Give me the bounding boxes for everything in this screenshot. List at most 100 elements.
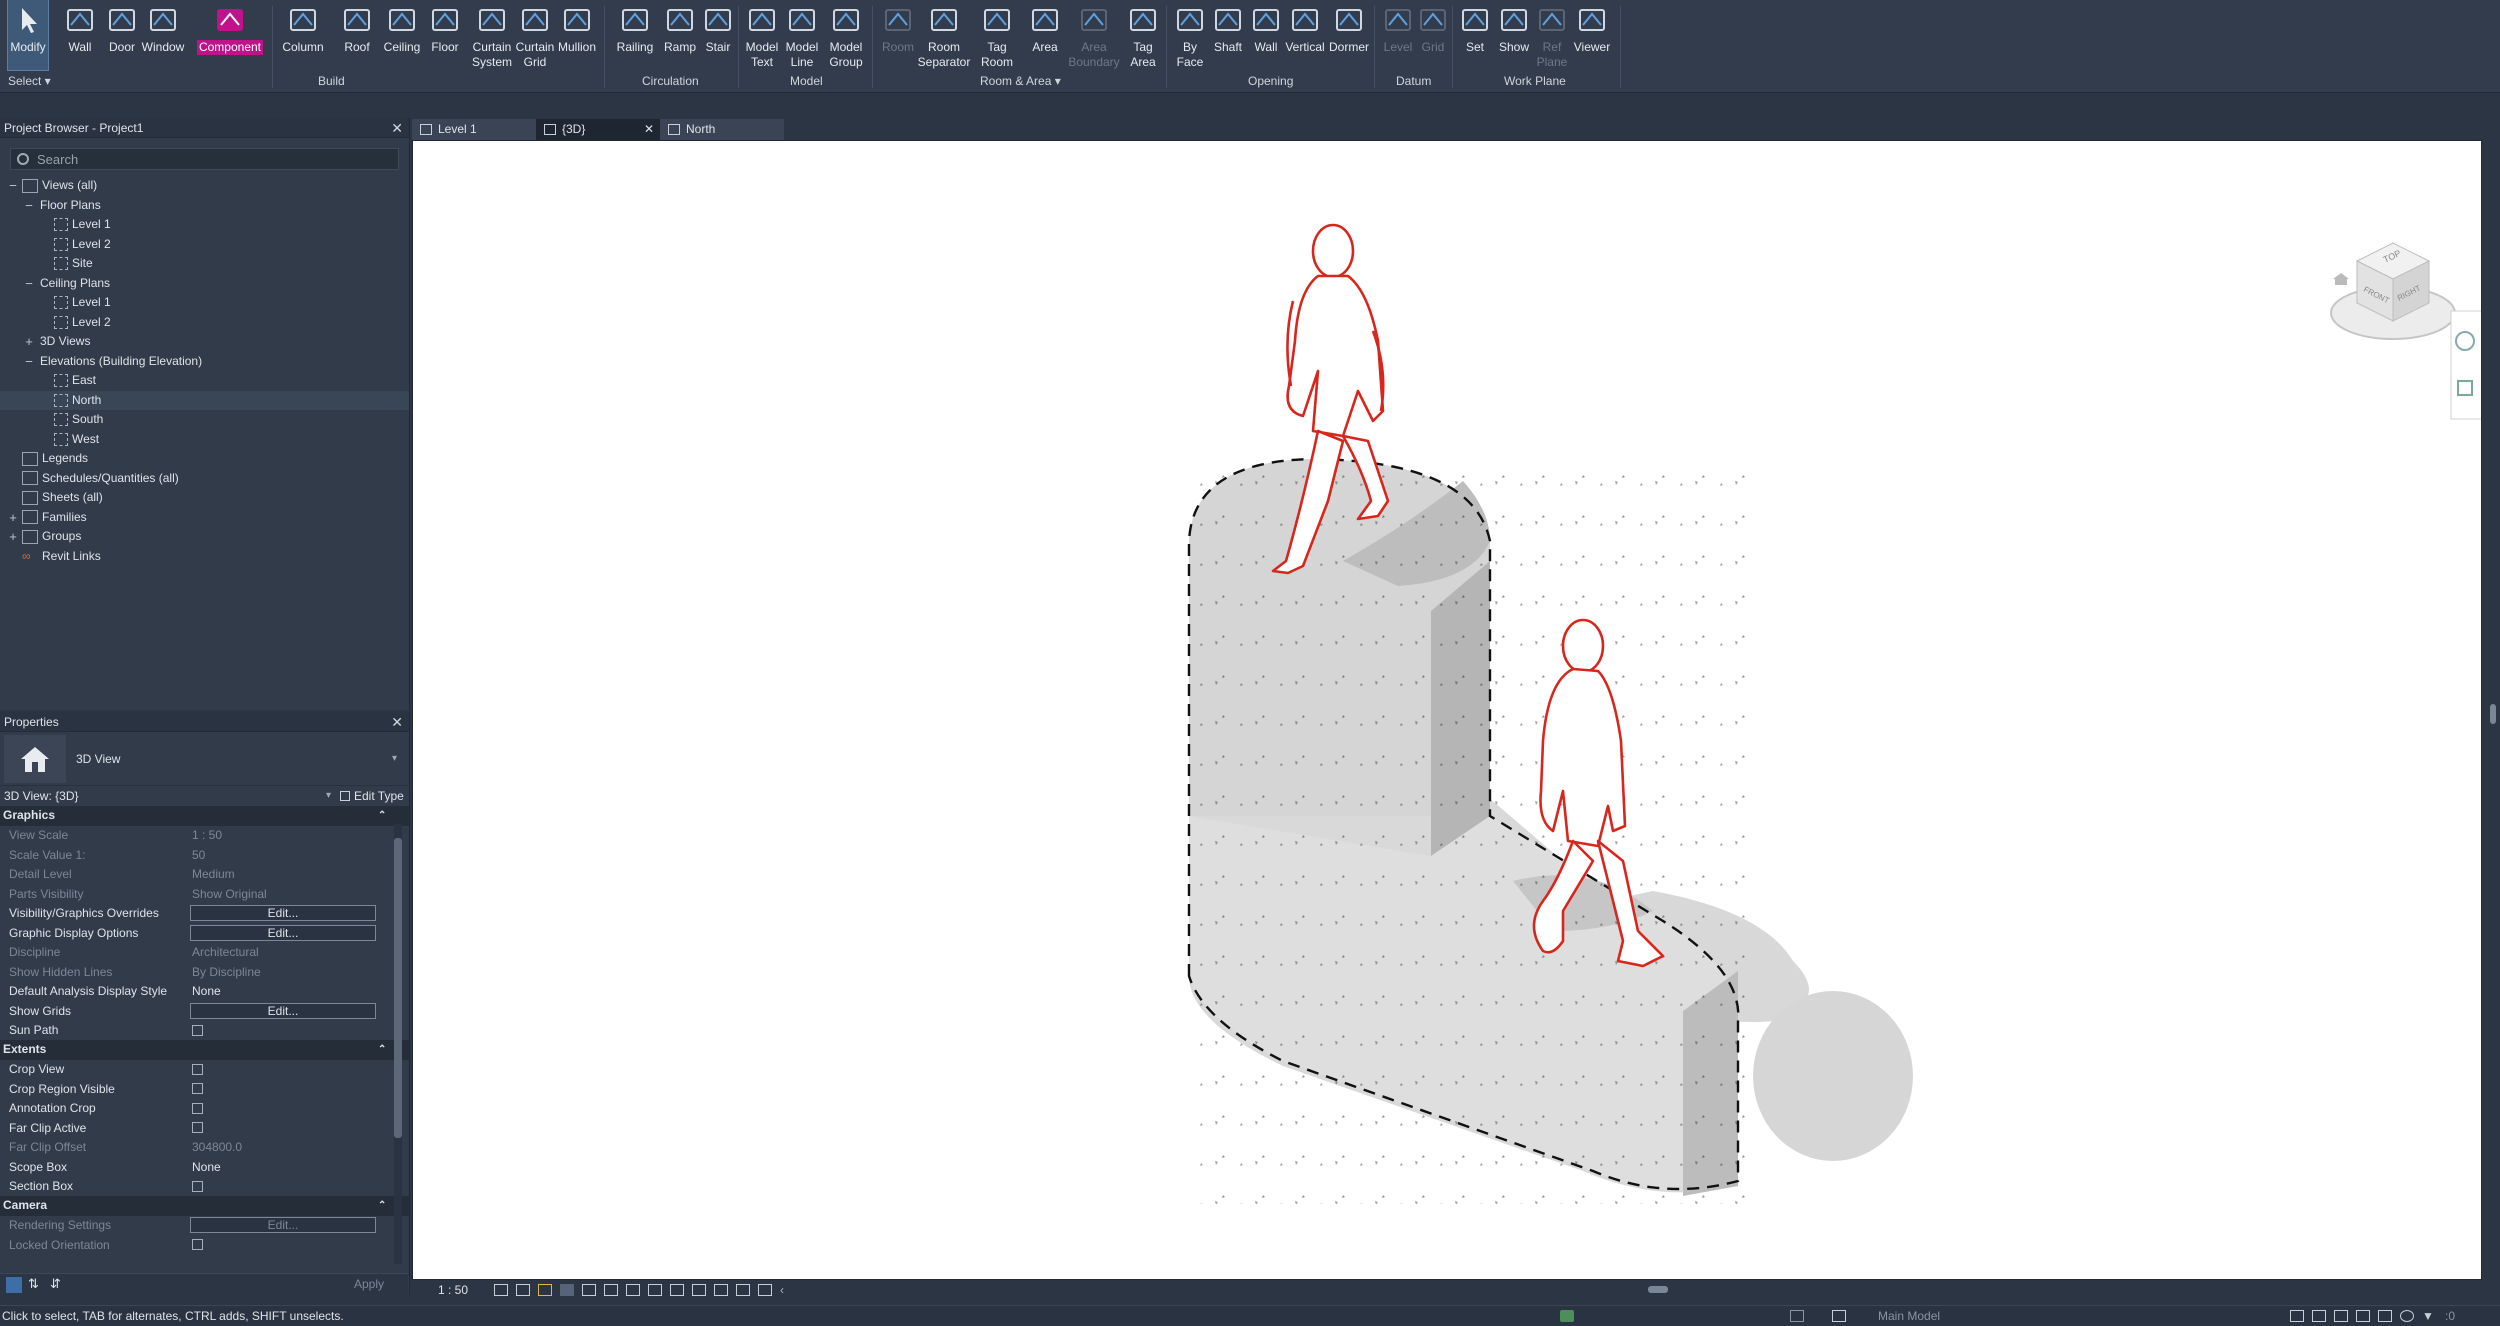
collapse-icon[interactable]: ⌃: [378, 806, 386, 826]
tree-item[interactable]: − Ceiling Plans: [0, 274, 409, 294]
tree-item[interactable]: Level 1: [0, 215, 409, 235]
room-separator-tool-button[interactable]: Room Separator: [916, 0, 972, 70]
panel-label[interactable]: Model: [790, 74, 823, 88]
tree-item[interactable]: Level 2: [0, 313, 409, 333]
panel-label[interactable]: Opening: [1248, 74, 1293, 88]
property-value[interactable]: None: [192, 1160, 221, 1174]
viewer-tool-button[interactable]: Viewer: [1570, 0, 1614, 70]
shadows-icon[interactable]: [560, 1284, 574, 1296]
mullion-tool-button[interactable]: Mullion: [556, 0, 598, 70]
column-tool-button[interactable]: Column: [280, 0, 326, 70]
tree-item[interactable]: Level 1: [0, 293, 409, 313]
property-checkbox[interactable]: [192, 1024, 203, 1036]
view-scale[interactable]: 1 : 50: [438, 1280, 468, 1300]
visual-style-icon[interactable]: [516, 1284, 530, 1296]
close-icon[interactable]: ✕: [391, 118, 403, 138]
search-input[interactable]: Search: [10, 148, 399, 170]
filter-icon[interactable]: ▼: [2422, 1310, 2436, 1322]
collapse-icon[interactable]: −: [22, 274, 36, 294]
collapse-icon[interactable]: −: [6, 176, 20, 196]
property-checkbox[interactable]: [192, 1122, 203, 1134]
view-tab[interactable]: North: [660, 119, 784, 140]
tree-item[interactable]: − Views (all): [0, 176, 409, 196]
edit-button[interactable]: Edit...: [190, 905, 376, 922]
property-value[interactable]: By Discipline: [192, 965, 261, 979]
show-tool-button[interactable]: Show: [1494, 0, 1534, 70]
tree-item[interactable]: − Elevations (Building Elevation): [0, 352, 409, 372]
property-section-header[interactable]: Extents ⌃: [0, 1040, 409, 1060]
property-value[interactable]: None: [192, 984, 221, 998]
select-links-icon[interactable]: [2290, 1310, 2304, 1322]
dormer-tool-button[interactable]: Dormer: [1328, 0, 1370, 70]
property-checkbox[interactable]: [192, 1180, 203, 1192]
reveal-hidden-icon[interactable]: [692, 1284, 706, 1296]
curtain-grid-tool-button[interactable]: Curtain Grid: [514, 0, 556, 70]
collapse-icon[interactable]: −: [22, 196, 36, 216]
tree-item[interactable]: Sheets (all): [0, 488, 409, 508]
model-group-tool-button[interactable]: Model Group: [824, 0, 868, 70]
ramp-tool-button[interactable]: Ramp: [660, 0, 700, 70]
horizontal-scroll-thumb[interactable]: [1648, 1286, 1668, 1293]
edit-type-button[interactable]: Edit Type: [354, 786, 404, 806]
opening-wall-tool-button[interactable]: Wall: [1248, 0, 1284, 70]
tree-item[interactable]: East: [0, 371, 409, 391]
panel-label[interactable]: Datum: [1396, 74, 1431, 88]
constraints-icon[interactable]: [758, 1284, 772, 1296]
edit-button[interactable]: Edit...: [190, 924, 376, 941]
ceiling-tool-button[interactable]: Ceiling: [380, 0, 424, 70]
close-icon[interactable]: ✕: [644, 119, 654, 140]
property-section-header[interactable]: Graphics ⌃: [0, 806, 409, 826]
show-crop-icon[interactable]: [626, 1284, 640, 1296]
panel-label[interactable]: Work Plane: [1504, 74, 1566, 88]
type-selector[interactable]: 3D View ▾: [0, 732, 409, 786]
sort-icon[interactable]: ⇅: [28, 1276, 39, 1292]
tag-area-tool-button[interactable]: Tag Area: [1122, 0, 1164, 70]
chevron-down-icon[interactable]: ▾: [392, 753, 397, 764]
property-checkbox[interactable]: [192, 1239, 203, 1251]
lock-view-icon[interactable]: [648, 1284, 662, 1296]
by-face-tool-button[interactable]: By Face: [1172, 0, 1208, 70]
curtain-system-tool-button[interactable]: Curtain System: [470, 0, 514, 70]
edit-button[interactable]: Edit...: [190, 1217, 376, 1234]
select-pinned-icon[interactable]: [2334, 1310, 2348, 1322]
tree-item[interactable]: West: [0, 430, 409, 450]
view-selector[interactable]: 3D View: {3D}: [4, 786, 79, 806]
door-tool-button[interactable]: Door: [104, 0, 140, 70]
expand-icon[interactable]: +: [6, 508, 20, 528]
background-process-icon[interactable]: [2400, 1310, 2414, 1322]
area-boundary-tool-button[interactable]: Area Boundary: [1068, 0, 1120, 70]
tree-item[interactable]: Legends: [0, 449, 409, 469]
shaft-tool-button[interactable]: Shaft: [1208, 0, 1248, 70]
detail-level-icon[interactable]: [494, 1284, 508, 1296]
model-line-tool-button[interactable]: Model Line: [782, 0, 822, 70]
chevron-down-icon[interactable]: ▾: [326, 786, 331, 806]
main-model-label[interactable]: Main Model: [1878, 1306, 1940, 1326]
expand-icon[interactable]: +: [22, 332, 36, 352]
tag-room-tool-button[interactable]: Tag Room: [976, 0, 1018, 70]
property-scrollbar[interactable]: [394, 824, 402, 1264]
level-tool-button[interactable]: Level: [1380, 0, 1416, 70]
sun-path-icon[interactable]: [538, 1284, 552, 1296]
sheet-icon[interactable]: [1832, 1310, 1846, 1322]
panel-label[interactable]: Build: [318, 74, 345, 88]
tree-item[interactable]: − Floor Plans: [0, 196, 409, 216]
modify-tool-button[interactable]: Modify: [7, 0, 49, 71]
panel-label[interactable]: Circulation: [642, 74, 699, 88]
properties-help-icon[interactable]: [6, 1277, 22, 1293]
worksets-icon[interactable]: [1560, 1310, 1574, 1322]
worksharing-icon[interactable]: [714, 1284, 728, 1296]
area-tool-button[interactable]: Area: [1024, 0, 1066, 70]
close-icon[interactable]: ✕: [391, 712, 403, 732]
vertical-scrollbar[interactable]: [2487, 118, 2500, 1280]
crop-view-icon[interactable]: [604, 1284, 618, 1296]
collapse-icon[interactable]: ⌃: [378, 1196, 386, 1216]
tree-item[interactable]: Schedules/Quantities (all): [0, 469, 409, 489]
property-checkbox[interactable]: [192, 1102, 203, 1114]
ref-plane-tool-button[interactable]: Ref Plane: [1534, 0, 1570, 70]
property-checkbox[interactable]: [192, 1083, 203, 1095]
room-tool-button[interactable]: Room: [878, 0, 918, 70]
model-text-tool-button[interactable]: Model Text: [742, 0, 782, 70]
vertical-tool-button[interactable]: Vertical: [1284, 0, 1326, 70]
tree-item[interactable]: Level 2: [0, 235, 409, 255]
panel-label[interactable]: Room & Area ▾: [980, 74, 1061, 88]
